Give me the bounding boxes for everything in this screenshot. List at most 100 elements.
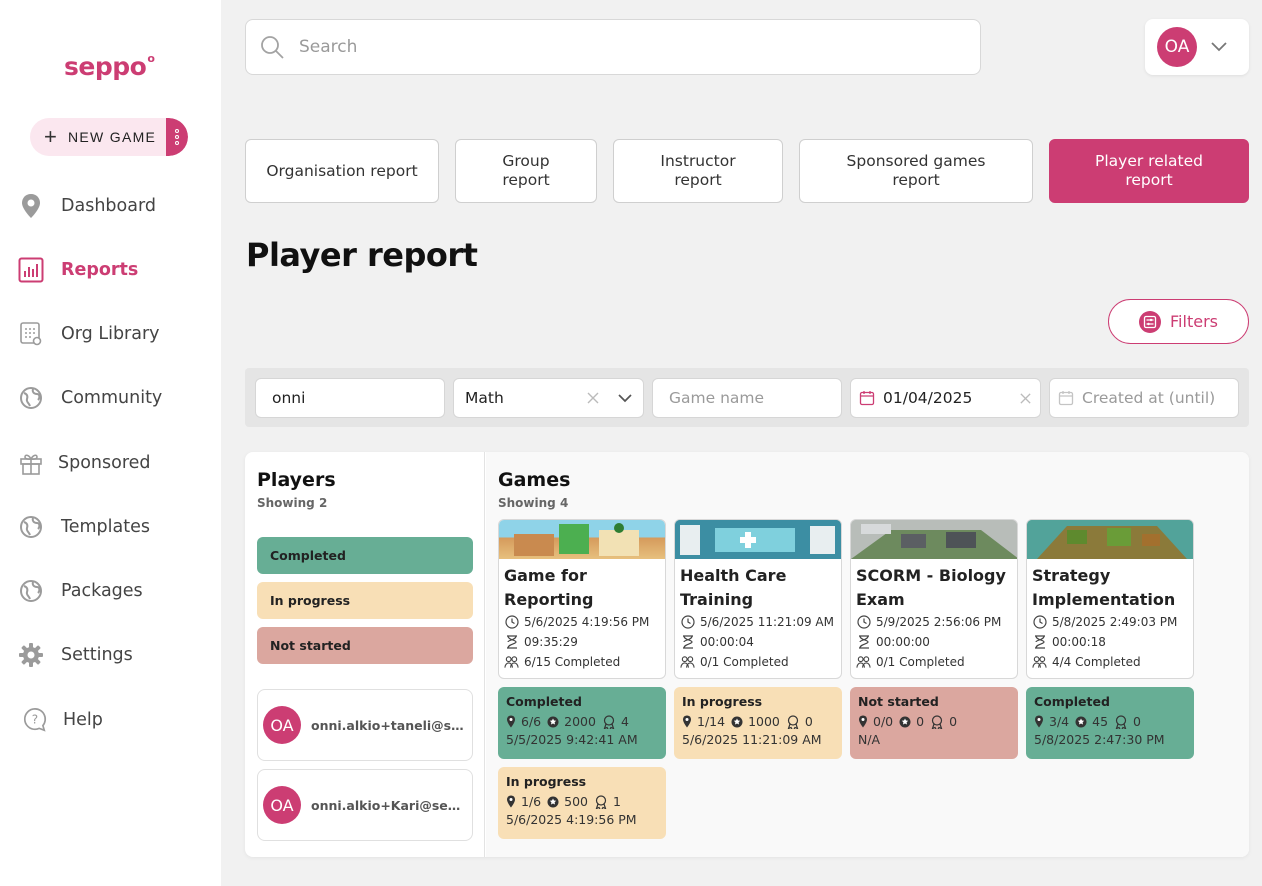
filter-bar: onni Math Game name 01/04/2025 Created a… <box>245 368 1249 427</box>
games-column: Games Showing 4 Game for Reporting 5/6/2… <box>486 452 1249 857</box>
game-completion: 0/1 Completed <box>851 652 1017 672</box>
game-duration: 00:00:04 <box>675 632 841 652</box>
game-thumbnail <box>675 520 841 559</box>
badge-icon <box>1115 714 1127 729</box>
filters-button[interactable]: Filters <box>1108 299 1249 344</box>
sidebar-item-community[interactable]: Community <box>18 383 162 413</box>
player-game-status[interactable]: Completed 3/4 45 0 5/8/2025 2:47:30 PM <box>1026 687 1194 759</box>
status-stats: 6/6 2000 4 <box>506 711 666 732</box>
legend-completed: Completed <box>257 537 473 574</box>
sidebar-item-label: Community <box>61 388 163 408</box>
map-pin-icon <box>1035 715 1043 728</box>
tab-sponsored-games-report[interactable]: Sponsored games report <box>799 139 1033 203</box>
chevron-down-icon[interactable] <box>617 392 633 404</box>
tasks-value: 0/0 <box>873 714 894 729</box>
player-game-status[interactable]: In progress 1/14 1000 0 5/6/2025 11:21:0… <box>674 687 842 759</box>
game-completion-text: 0/1 Completed <box>876 655 965 669</box>
map-pin-icon <box>18 193 44 219</box>
clear-icon[interactable] <box>1019 392 1032 405</box>
more-options-icon[interactable] <box>166 118 188 156</box>
sidebar-item-dashboard[interactable]: Dashboard <box>18 191 156 221</box>
sidebar-item-reports[interactable]: Reports <box>18 255 138 285</box>
legend-not-started: Not started <box>257 627 473 664</box>
player-search-value: onni <box>272 389 306 407</box>
sidebar-item-org-library[interactable]: Org Library <box>18 319 160 349</box>
sidebar-item-label: Sponsored <box>58 453 151 473</box>
game-created: 5/6/2025 4:19:56 PM <box>499 612 665 632</box>
created-until-placeholder: Created at (until) <box>1082 389 1216 407</box>
player-game-status[interactable]: In progress 1/6 500 1 5/6/2025 4:19:56 P… <box>498 767 666 839</box>
map-pin-icon <box>507 795 515 808</box>
game-duration-text: 00:00:00 <box>876 635 930 649</box>
game-title: Strategy Implementation <box>1032 566 1176 609</box>
users-icon <box>856 655 871 670</box>
game-duration: 09:35:29 <box>499 632 665 652</box>
sidebar-item-label: Dashboard <box>61 196 156 216</box>
sidebar-item-packages[interactable]: Packages <box>18 576 143 606</box>
game-completion: 0/1 Completed <box>675 652 841 672</box>
game-completion-text: 0/1 Completed <box>700 655 789 669</box>
map-pin-icon <box>683 715 691 728</box>
game-card[interactable]: Game for Reporting 5/6/2025 4:19:56 PM 0… <box>498 519 666 679</box>
game-title: Health Care Training <box>680 566 787 609</box>
status-label: In progress <box>682 694 763 709</box>
game-completion: 6/15 Completed <box>499 652 665 672</box>
new-game-button[interactable]: + NEW GAME <box>30 118 188 156</box>
users-icon <box>1032 655 1047 670</box>
player-card[interactable]: OA onni.alkio+Kari@seppo.io <box>257 769 473 841</box>
clear-icon[interactable] <box>586 391 600 405</box>
subject-select[interactable]: Math <box>453 378 644 418</box>
sidebar-item-templates[interactable]: Templates <box>18 512 150 542</box>
player-game-status[interactable]: Not started 0/0 0 0 N/A <box>850 687 1018 759</box>
sidebar-item-sponsored[interactable]: Sponsored <box>18 448 151 478</box>
game-card[interactable]: Strategy Implementation 5/8/2025 2:49:03… <box>1026 519 1194 679</box>
game-card[interactable]: SCORM - Biology Exam 5/9/2025 2:56:06 PM… <box>850 519 1018 679</box>
sidebar-item-label: Reports <box>61 260 139 280</box>
filters-label: Filters <box>1170 312 1218 331</box>
game-name-field[interactable]: Game name <box>652 378 842 418</box>
svg-text:?: ? <box>32 713 38 727</box>
clock-icon <box>856 615 871 630</box>
created-until-field[interactable]: Created at (until) <box>1049 378 1239 418</box>
status-date: 5/6/2025 11:21:09 AM <box>682 732 822 747</box>
game-created: 5/6/2025 11:21:09 AM <box>675 612 841 632</box>
game-card[interactable]: Health Care Training 5/6/2025 11:21:09 A… <box>674 519 842 679</box>
created-from-field[interactable]: 01/04/2025 <box>850 378 1041 418</box>
user-menu[interactable]: OA <box>1145 19 1249 75</box>
hourglass-icon <box>856 635 871 650</box>
sidebar-item-label: Help <box>63 710 103 730</box>
search-input[interactable]: Search <box>245 19 981 75</box>
globe-icon <box>18 578 44 604</box>
filter-icon <box>1139 310 1162 333</box>
seppo-logo[interactable]: seppoo <box>64 52 155 81</box>
status-date: 5/5/2025 9:42:41 AM <box>506 732 638 747</box>
tab-group-report[interactable]: Group report <box>455 139 597 203</box>
gift-icon <box>18 450 44 476</box>
chevron-down-icon <box>1210 41 1228 53</box>
game-title: SCORM - Biology Exam <box>856 566 1006 609</box>
games-count: Showing 4 <box>498 496 569 510</box>
player-search-field[interactable]: onni <box>255 378 445 418</box>
game-completion-text: 6/15 Completed <box>524 655 621 669</box>
subject-select-value: Math <box>465 389 504 407</box>
status-date: N/A <box>858 732 881 747</box>
search-icon <box>259 34 285 60</box>
status-label: Completed <box>506 694 582 709</box>
sidebar-item-help[interactable]: ? Help <box>22 705 103 735</box>
search-placeholder: Search <box>299 37 358 57</box>
created-from-value: 01/04/2025 <box>883 389 973 407</box>
tab-instructor-report[interactable]: Instructor report <box>613 139 783 203</box>
help-icon: ? <box>22 707 48 733</box>
player-game-status[interactable]: Completed 6/6 2000 4 5/5/2025 9:42:41 AM <box>498 687 666 759</box>
game-completion-text: 4/4 Completed <box>1052 655 1141 669</box>
sidebar-item-settings[interactable]: Settings <box>18 640 133 670</box>
game-duration: 00:00:18 <box>1027 632 1193 652</box>
tab-player-related-report[interactable]: Player related report <box>1049 139 1249 203</box>
game-created-text: 5/8/2025 2:49:03 PM <box>1052 615 1178 629</box>
game-duration-text: 00:00:18 <box>1052 635 1106 649</box>
hourglass-icon <box>680 635 695 650</box>
player-card[interactable]: OA onni.alkio+taneli@seppo.io <box>257 689 473 761</box>
page-title: Player report <box>246 236 478 274</box>
avatar: OA <box>263 786 301 824</box>
tab-organisation-report[interactable]: Organisation report <box>245 139 439 203</box>
